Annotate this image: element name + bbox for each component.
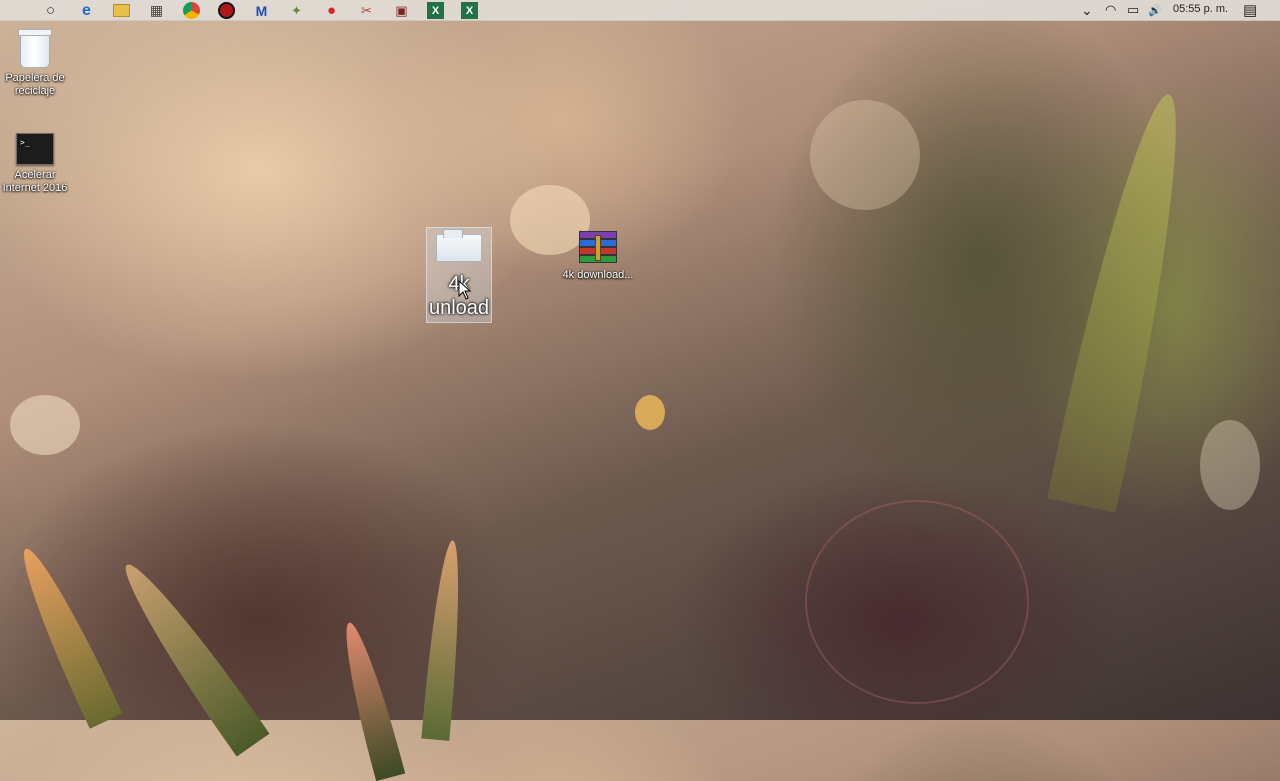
file-explorer-icon[interactable] <box>113 4 130 17</box>
camera-app-icon[interactable]: ▣ <box>393 2 410 19</box>
red-circle-icon[interactable]: ● <box>323 2 340 19</box>
desktop-icon-recycle-bin[interactable]: Papelera de reciclaje <box>0 29 73 98</box>
store-icon[interactable]: ▦ <box>148 2 165 19</box>
excel-icon[interactable]: X <box>427 2 444 19</box>
dragged-folder-icon[interactable]: 4k unload <box>426 227 492 323</box>
cortana-icon[interactable]: ○ <box>42 2 59 19</box>
desktop-icon-rar-archive[interactable]: 4k download... <box>560 231 636 282</box>
command-prompt-icon: >_ <box>16 133 54 165</box>
app-icon-green[interactable]: ✦ <box>288 2 305 19</box>
desktop-icon-label: Acelerar Internet 2016 <box>2 169 68 194</box>
clock-time[interactable]: 05:55 p. m. <box>1173 3 1228 15</box>
chrome-icon[interactable] <box>183 2 200 19</box>
show-hidden-icons-chevron-icon[interactable]: ⌄ <box>1081 0 1093 20</box>
desktop-icon-acelerar-internet[interactable]: >_ Acelerar Internet 2016 <box>0 133 73 195</box>
edge-icon[interactable]: e <box>78 2 95 19</box>
desktop-icon-label: Papelera de reciclaje <box>5 72 65 97</box>
recycle-bin-icon <box>18 29 52 68</box>
apple-icon[interactable] <box>8 2 25 19</box>
wifi-icon[interactable]: ◠ <box>1105 0 1116 20</box>
volume-icon[interactable]: 🔊 <box>1148 0 1162 20</box>
mouse-cursor-icon <box>458 280 472 300</box>
notification-center-icon[interactable]: ▤ <box>1243 0 1257 20</box>
malwarebytes-icon[interactable]: M <box>253 2 270 19</box>
winrar-archive-icon <box>579 231 617 265</box>
taskbar: ○ e ▦ M ✦ ● ✂ ▣ X X ⌄ ◠ ▭ 🔊 05:55 p. m. … <box>0 0 1280 21</box>
excel-icon-2[interactable]: X <box>461 2 478 19</box>
tool-icon[interactable]: ✂ <box>358 2 375 19</box>
battery-icon[interactable]: ▭ <box>1127 0 1139 20</box>
record-icon[interactable] <box>218 2 235 19</box>
folder-icon <box>436 229 482 262</box>
desktop-icon-label: 4k download... <box>562 269 634 281</box>
